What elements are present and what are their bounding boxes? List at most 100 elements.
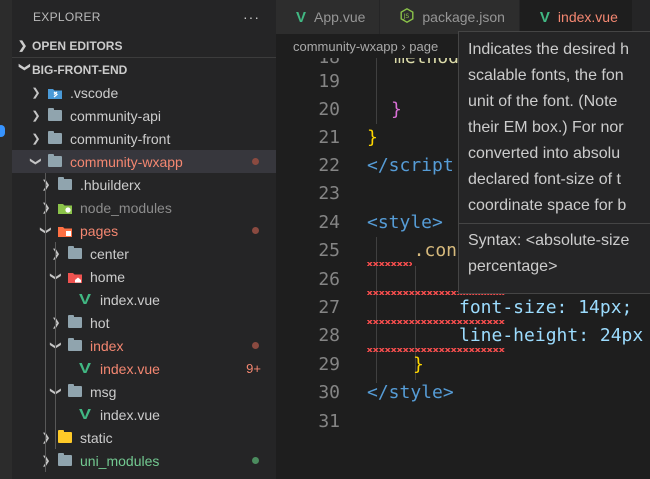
- more-actions-icon[interactable]: ···: [243, 9, 260, 25]
- tab-app-vue[interactable]: V App.vue: [276, 0, 381, 34]
- error-squiggle: [367, 320, 505, 324]
- tree-item-label: .vscode: [70, 84, 119, 101]
- tab-index-vue[interactable]: V index.vue: [519, 0, 633, 34]
- tree-item-msg[interactable]: ❯ msg: [12, 380, 276, 403]
- explorer-title: EXPLORER: [33, 10, 101, 24]
- vue-file-icon: V: [539, 9, 550, 26]
- chevron-right-icon: ❯: [41, 202, 51, 214]
- folder-icon: [67, 315, 83, 330]
- explorer-sidebar: EXPLORER ··· ❯ OPEN EDITORS ❯ BIG-FRONT-…: [12, 0, 276, 479]
- chevron-right-icon: ❯: [31, 87, 41, 99]
- hover-doc-line: declared font-size of t: [468, 171, 621, 188]
- tree-item-community-api[interactable]: ❯ community-api: [12, 104, 276, 127]
- chevron-down-icon: ❯: [18, 62, 31, 72]
- chevron-down-icon: ❯: [50, 338, 63, 354]
- chevron-right-icon: ❯: [31, 133, 41, 145]
- hover-doc-line: coordinate space for b: [468, 197, 627, 214]
- tree-item-label: index.vue: [100, 291, 160, 308]
- hover-doc-line: unit of the font. (Note: [468, 93, 618, 110]
- tree-item-index-folder[interactable]: ❯ index: [12, 334, 276, 357]
- indent-guide: [55, 242, 56, 449]
- code-line: line-height: 24px: [459, 325, 644, 346]
- tree-item-label: node_modules: [80, 199, 172, 216]
- hover-tooltip: Indicates the desired h scalable fonts, …: [458, 31, 650, 294]
- chevron-down-icon: ❯: [50, 269, 63, 285]
- line-number: 21: [318, 127, 340, 148]
- node-folder-icon: [57, 201, 73, 215]
- tree-item-label: home: [90, 268, 126, 285]
- code-line: font-size: 14px;: [459, 297, 633, 318]
- code-line: }: [391, 99, 402, 120]
- line-number: 31: [318, 411, 340, 432]
- section-open-editors[interactable]: ❯ OPEN EDITORS: [12, 34, 276, 58]
- section-project[interactable]: ❯ BIG-FRONT-END: [12, 58, 276, 81]
- tab-label: App.vue: [314, 9, 366, 25]
- tree-item-community-front[interactable]: ❯ community-front: [12, 127, 276, 150]
- tree-item-vscode[interactable]: ❯ .vscode: [12, 81, 276, 104]
- folder-icon: [47, 108, 63, 123]
- hover-doc-line: converted into absolu: [468, 145, 621, 162]
- tree-item-label: center: [90, 245, 129, 262]
- svg-text:JS: JS: [403, 13, 410, 20]
- tree-item-hot[interactable]: ❯ hot: [12, 311, 276, 334]
- code-line: }: [367, 127, 378, 148]
- line-number: 29: [318, 354, 340, 375]
- line-number: 30: [318, 382, 340, 403]
- vue-file-icon: V: [78, 291, 92, 308]
- tree-item-index-index-vue[interactable]: V index.vue 9+: [12, 357, 276, 380]
- hover-separator: [459, 223, 650, 224]
- tree-item-label: community-api: [70, 107, 162, 124]
- chevron-right-icon: ❯: [41, 179, 51, 191]
- activity-indicator: [0, 125, 5, 137]
- chevron-down-icon: ❯: [50, 384, 63, 400]
- tree-item-label: uni_modules: [80, 452, 160, 469]
- line-number: 20: [318, 99, 340, 120]
- line-number: 28: [318, 325, 340, 346]
- pages-folder-icon: [57, 224, 73, 238]
- problems-badge: 9+: [246, 361, 261, 376]
- tree-item-uni-modules[interactable]: ❯ uni_modules: [12, 449, 276, 472]
- tree-item-home-index-vue[interactable]: V index.vue: [12, 288, 276, 311]
- chevron-right-icon: ❯: [51, 248, 61, 260]
- modified-dot: [252, 342, 259, 349]
- tree-item-pages[interactable]: ❯ pages: [12, 219, 276, 242]
- tree-item-static[interactable]: ❯ static: [12, 426, 276, 449]
- code-line: </style>: [367, 382, 454, 403]
- line-number: 22: [318, 155, 340, 176]
- error-squiggle: [367, 262, 412, 266]
- tree-item-msg-index-vue[interactable]: V index.vue: [12, 403, 276, 426]
- tree-item-label: community-wxapp: [70, 153, 183, 170]
- folder-icon: [67, 246, 83, 261]
- static-folder-icon: [57, 430, 73, 445]
- tree-item-label: .hbuilderx: [80, 176, 141, 193]
- folder-open-icon: [47, 154, 63, 169]
- hover-syntax: Syntax: <absolute-size: [468, 232, 630, 249]
- line-number: 19: [318, 71, 340, 92]
- tab-package-json[interactable]: JS package.json: [380, 0, 520, 34]
- tree-item-label: pages: [80, 222, 119, 239]
- vue-file-icon: V: [296, 9, 307, 26]
- code-line: }: [413, 354, 424, 375]
- chevron-down-icon: ❯: [29, 156, 42, 167]
- tab-label: index.vue: [557, 9, 618, 25]
- activity-bar-edge: [0, 0, 12, 479]
- line-number: 27: [318, 297, 340, 318]
- vue-file-icon: V: [78, 406, 92, 423]
- hover-doc-line: their EM box.) For nor: [468, 119, 624, 136]
- tree-item-home[interactable]: ❯ home: [12, 265, 276, 288]
- line-number: 24: [318, 212, 340, 233]
- tree-item-node-modules[interactable]: ❯ node_modules: [12, 196, 276, 219]
- tree-item-community-wxapp[interactable]: ❯ community-wxapp: [12, 150, 276, 173]
- line-number: 26: [318, 269, 340, 290]
- nodejs-icon: JS: [400, 7, 414, 26]
- tree-item-hbuilderx[interactable]: ❯ .hbuilderx: [12, 173, 276, 196]
- code-line: .con: [392, 240, 458, 261]
- folder-open-icon: [67, 338, 83, 353]
- modified-dot: [252, 158, 259, 165]
- tree-item-label: index.vue: [100, 406, 160, 423]
- vscode-folder-icon: [47, 86, 63, 100]
- chevron-down-icon: ❯: [40, 223, 53, 239]
- tree-item-center[interactable]: ❯ center: [12, 242, 276, 265]
- tab-label: package.json: [422, 9, 505, 25]
- folder-icon: [57, 453, 73, 468]
